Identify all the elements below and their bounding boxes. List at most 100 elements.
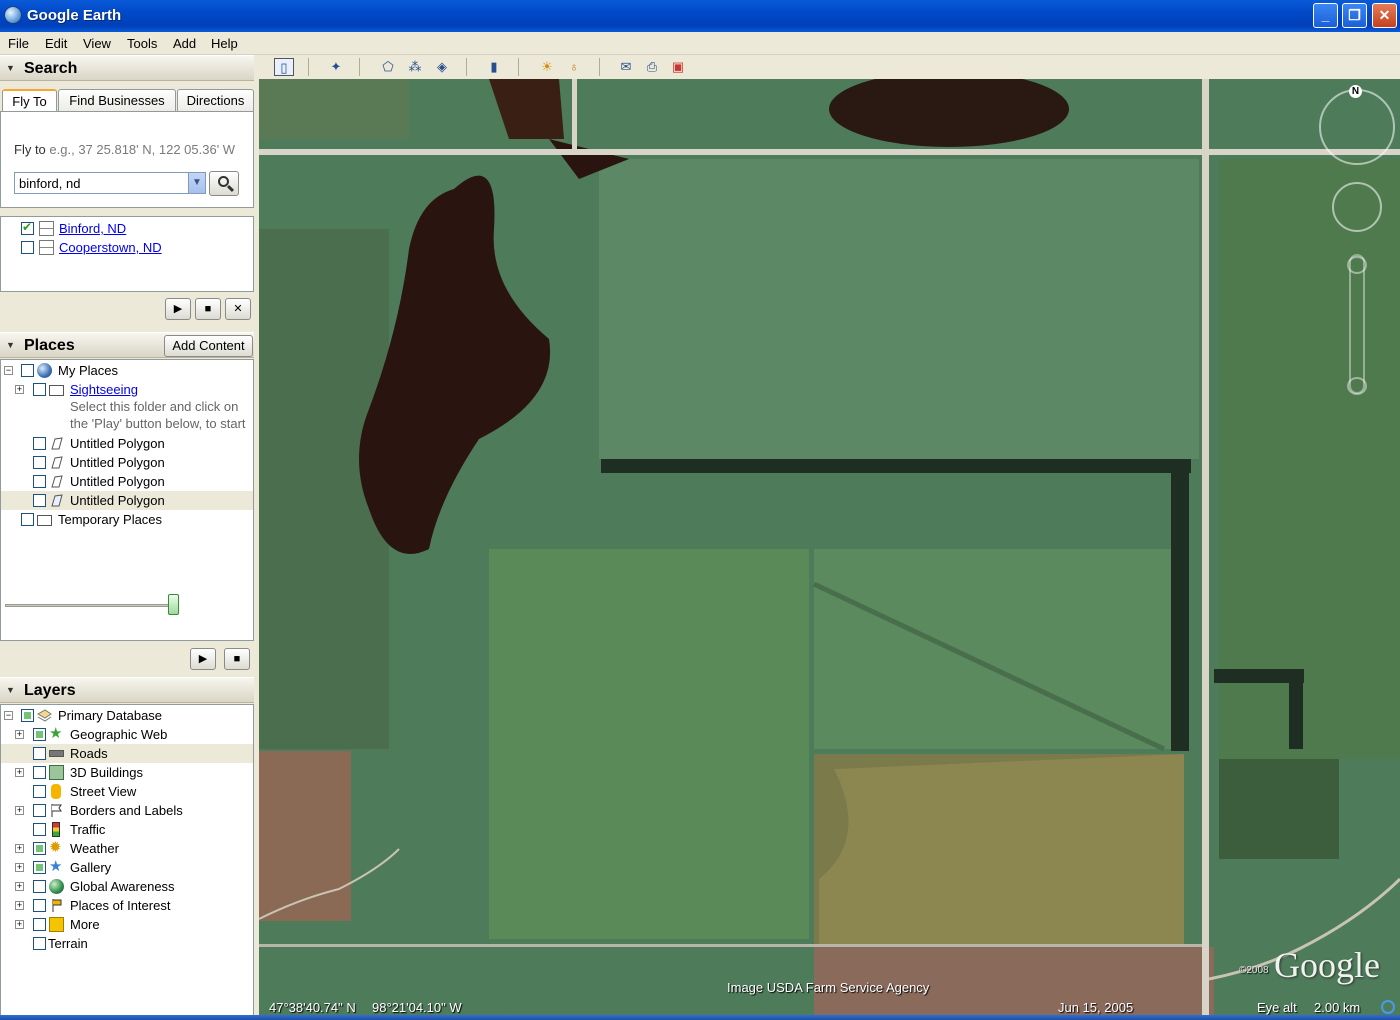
layer-checkbox[interactable] [33,728,46,741]
expand-icon[interactable]: + [15,806,24,815]
places-panel-header[interactable]: ▼ Places Add Content [0,332,254,358]
polygon-tool-icon[interactable]: ⬠ [378,58,398,76]
tour-speed-slider-thumb[interactable] [168,594,179,615]
layer-checkbox[interactable] [33,918,46,931]
result-checkbox[interactable] [21,220,34,235]
zoom-in-icon[interactable] [1347,256,1367,274]
expand-icon[interactable]: + [15,863,24,872]
menu-view[interactable]: View [83,36,111,51]
path-tool-icon[interactable]: ⁂ [405,58,425,76]
move-joystick[interactable] [1332,182,1382,232]
layer-primary-database[interactable]: − Primary Database [1,706,253,725]
zoom-out-icon[interactable] [1347,377,1367,395]
layer-3d-buildings[interactable]: + 3D Buildings [1,763,253,782]
layer-weather[interactable]: + ✹ Weather [1,839,253,858]
tree-item-my-places[interactable]: − My Places [1,361,253,380]
tree-item-sightseeing[interactable]: + Sightseeing [1,380,253,399]
layer-roads[interactable]: Roads [1,744,253,763]
layer-checkbox[interactable] [33,823,46,836]
collapse-triangle-icon[interactable]: ▼ [6,685,15,695]
sidebar-toggle-icon[interactable]: ▯ [274,58,294,76]
stop-button[interactable]: ■ [195,298,221,320]
sunlight-icon[interactable]: ☀ [537,58,557,76]
tour-speed-slider-track[interactable] [5,604,175,607]
tree-item-polygon[interactable]: Untitled Polygon [1,453,253,472]
layer-checkbox[interactable] [33,747,46,760]
tree-item-polygon[interactable]: Untitled Polygon [1,434,253,453]
stop-places-button[interactable]: ■ [224,648,250,670]
menu-edit[interactable]: Edit [45,36,67,51]
search-panel-header[interactable]: ▼ Search [0,55,254,81]
item-checkbox[interactable] [33,383,46,396]
list-item[interactable]: Cooperstown, ND [5,238,251,257]
expand-icon[interactable]: + [15,385,24,394]
menu-file[interactable]: File [8,36,29,51]
layer-gallery[interactable]: + ★ Gallery [1,858,253,877]
layer-checkbox[interactable] [33,899,46,912]
image-overlay-icon[interactable]: ◈ [432,58,452,76]
print-icon[interactable]: ⎙ [642,58,662,76]
result-label[interactable]: Cooperstown, ND [59,240,162,255]
play-places-button[interactable]: ▶ [190,648,216,670]
tree-item-temporary-places[interactable]: Temporary Places [1,510,253,529]
layer-borders-labels[interactable]: + Borders and Labels [1,801,253,820]
view-in-maps-icon[interactable]: ▣ [668,58,688,76]
fly-to-combobox[interactable]: ▼ [14,172,206,194]
layer-checkbox[interactable] [33,937,46,950]
layer-traffic[interactable]: Traffic [1,820,253,839]
item-checkbox[interactable] [21,513,34,526]
collapse-icon[interactable]: − [4,711,13,720]
expand-icon[interactable]: + [15,920,24,929]
collapse-triangle-icon[interactable]: ▼ [6,340,15,350]
list-item[interactable]: Binford, ND [5,219,251,238]
tree-item-polygon[interactable]: Untitled Polygon [1,472,253,491]
look-joystick[interactable] [1319,89,1395,165]
layers-panel-header[interactable]: ▼ Layers [0,677,254,703]
layer-more[interactable]: + More [1,915,253,934]
tab-fly-to[interactable]: Fly To [2,89,57,113]
sky-planet-icon[interactable]: ♁ [564,58,584,76]
tab-find-businesses[interactable]: Find Businesses [58,89,176,112]
zoom-slider[interactable] [1349,254,1365,394]
layer-street-view[interactable]: Street View [1,782,253,801]
map-view[interactable]: N Image USDA Farm Service Agency ©2008 G… [259,79,1400,1017]
expand-icon[interactable]: + [15,901,24,910]
ruler-icon[interactable]: ▮ [484,58,504,76]
expand-icon[interactable]: + [15,730,24,739]
search-button[interactable] [209,171,239,196]
menu-help[interactable]: Help [211,36,238,51]
tab-directions[interactable]: Directions [177,89,254,112]
item-checkbox[interactable] [33,456,46,469]
layer-terrain[interactable]: Terrain [1,934,253,953]
layer-checkbox[interactable] [33,842,46,855]
item-checkbox[interactable] [33,437,46,450]
play-tour-button[interactable]: ▶ [165,298,191,320]
add-content-button[interactable]: Add Content [164,335,253,357]
fly-to-input[interactable] [19,175,187,191]
layer-checkbox[interactable] [33,766,46,779]
clear-results-button[interactable]: ✕ [225,298,251,320]
tree-item-label[interactable]: Sightseeing [70,382,138,397]
layer-checkbox[interactable] [33,804,46,817]
north-indicator[interactable]: N [1349,85,1362,98]
minimize-button[interactable]: _ [1313,3,1338,28]
tree-item-polygon[interactable]: Untitled Polygon [1,491,253,510]
menu-add[interactable]: Add [173,36,196,51]
collapse-icon[interactable]: − [4,366,13,375]
layer-global-awareness[interactable]: + Global Awareness [1,877,253,896]
layer-places-of-interest[interactable]: + Places of Interest [1,896,253,915]
placemark-icon[interactable]: ✦ [326,58,346,76]
item-checkbox[interactable] [33,475,46,488]
email-icon[interactable]: ✉ [616,58,636,76]
collapse-triangle-icon[interactable]: ▼ [6,63,15,73]
layer-checkbox[interactable] [33,880,46,893]
menu-tools[interactable]: Tools [127,36,157,51]
layer-checkbox[interactable] [21,709,34,722]
item-checkbox[interactable] [21,364,34,377]
expand-icon[interactable]: + [15,882,24,891]
item-checkbox[interactable] [33,494,46,507]
expand-icon[interactable]: + [15,844,24,853]
dropdown-arrow-icon[interactable]: ▼ [188,173,205,193]
result-label[interactable]: Binford, ND [59,221,126,236]
maximize-button[interactable]: ❐ [1342,3,1367,28]
